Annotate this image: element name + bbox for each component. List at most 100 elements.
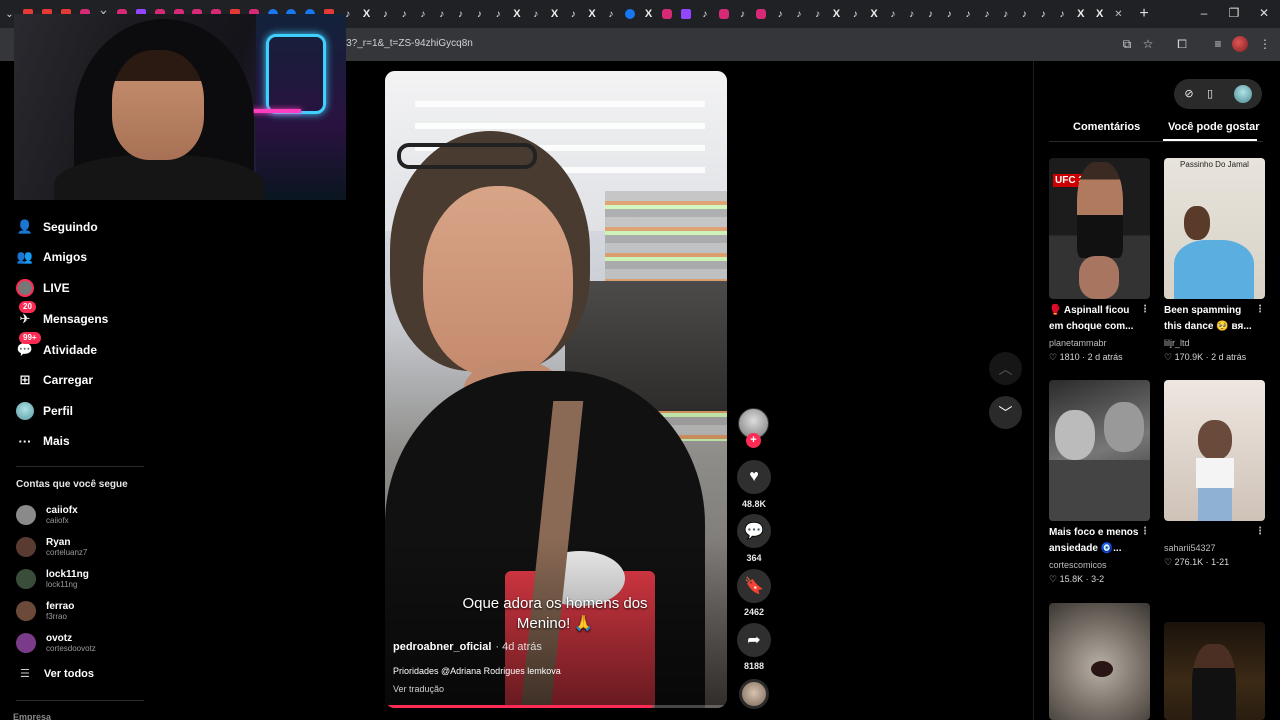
new-tab-button[interactable]: +: [1136, 4, 1152, 24]
browser-tab[interactable]: X: [1071, 4, 1090, 24]
browser-tab[interactable]: ♪: [1015, 4, 1034, 24]
browser-tab[interactable]: ♪: [902, 4, 921, 24]
comment-button[interactable]: 💬: [737, 514, 771, 548]
recommended-card[interactable]: ⋮ saharii54327 ♡ 276.1K · 1-21: [1164, 380, 1265, 569]
mobile-icon[interactable]: ▯: [1202, 86, 1218, 102]
browser-tab[interactable]: [658, 4, 677, 24]
browser-tab[interactable]: ♪: [771, 4, 790, 24]
previous-video-button[interactable]: ︿: [989, 352, 1022, 385]
sidebar-item-perfil[interactable]: Perfil: [16, 401, 73, 421]
user-avatar[interactable]: [1234, 85, 1252, 103]
browser-tab[interactable]: ♪: [376, 4, 395, 24]
browser-tab[interactable]: X: [545, 4, 564, 24]
browser-tab[interactable]: ♪: [602, 4, 621, 24]
browser-tab[interactable]: [752, 4, 771, 24]
recommended-card[interactable]: [1164, 622, 1265, 720]
bookmark-star-icon[interactable]: ☆: [1139, 35, 1157, 53]
video-progress-bar[interactable]: [385, 705, 727, 708]
recommended-card[interactable]: Passinho Do Jamal ⋮ Been spamming this d…: [1164, 158, 1265, 364]
followed-account[interactable]: lock11ng lock11ng: [16, 567, 89, 591]
sidebar-item-seguindo[interactable]: 👤 Seguindo: [16, 217, 98, 237]
browser-tab[interactable]: ♪: [564, 4, 583, 24]
sidebar-item-atividade[interactable]: 💬 99+ Atividade: [16, 332, 97, 360]
video-player[interactable]: Oque adora os homens dos Menino! 🙏 pedro…: [385, 71, 727, 708]
more-options-icon[interactable]: ⋮: [1140, 304, 1150, 315]
card-author[interactable]: planetammabr: [1049, 336, 1150, 350]
followed-account[interactable]: ferrao f3rrao: [16, 599, 74, 623]
browser-tab[interactable]: ♪: [1034, 4, 1053, 24]
browser-tab[interactable]: ♪: [883, 4, 902, 24]
browser-tab[interactable]: ♪: [921, 4, 940, 24]
more-options-icon[interactable]: ⋮: [1140, 526, 1150, 537]
browser-tab[interactable]: ♪: [695, 4, 714, 24]
sidebar-item-mensagens[interactable]: ✈ 20 Mensagens: [16, 301, 108, 329]
extensions-icon[interactable]: ⧠: [1173, 35, 1191, 53]
followed-account[interactable]: Ryan corteluanz7: [16, 535, 87, 559]
install-app-icon[interactable]: ⧉: [1118, 35, 1136, 53]
browser-tab[interactable]: ♪: [451, 4, 470, 24]
card-thumbnail[interactable]: UFC 320: [1049, 158, 1150, 299]
browser-tab[interactable]: [714, 4, 733, 24]
card-author[interactable]: saharii54327: [1164, 541, 1265, 555]
browser-tab[interactable]: X: [1090, 4, 1109, 24]
more-options-icon[interactable]: ⋮: [1255, 304, 1265, 315]
translate-link[interactable]: Ver tradução: [393, 684, 444, 694]
browser-tab[interactable]: X: [357, 4, 376, 24]
save-button[interactable]: 🔖: [737, 569, 771, 603]
browser-tab[interactable]: ♪: [940, 4, 959, 24]
browser-tab[interactable]: ♪: [959, 4, 978, 24]
close-window-button[interactable]: ✕: [1256, 6, 1272, 20]
address-bar[interactable]: 933?_r=1&_t=ZS-94zhiGycq8n: [335, 33, 1115, 55]
more-options-icon[interactable]: ⋮: [1255, 526, 1265, 537]
browser-tab[interactable]: ♪: [470, 4, 489, 24]
card-thumbnail[interactable]: [1164, 622, 1265, 720]
video-author[interactable]: pedroabner_oficial · 4d atrás: [393, 641, 542, 653]
like-button[interactable]: ♥: [737, 460, 771, 494]
browser-tab[interactable]: ✕: [1109, 4, 1128, 24]
recommended-card[interactable]: UFC 320 ⋮ 🥊 Aspinall ficou em choque com…: [1049, 158, 1150, 364]
card-author[interactable]: cortescomicos: [1049, 558, 1150, 572]
browser-tab[interactable]: ♪: [733, 4, 752, 24]
follow-button[interactable]: +: [746, 433, 761, 448]
browser-tab[interactable]: ♪: [1053, 4, 1072, 24]
media-controls-icon[interactable]: ≡: [1209, 35, 1227, 53]
browser-tab[interactable]: [620, 4, 639, 24]
sidebar-item-mais[interactable]: ··· Mais: [16, 431, 70, 451]
compass-icon[interactable]: ⊘: [1181, 86, 1197, 102]
followed-account[interactable]: ovotz cortesdoovotz: [16, 631, 96, 655]
browser-tab[interactable]: X: [639, 4, 658, 24]
minimize-button[interactable]: –: [1196, 6, 1212, 20]
browser-tab[interactable]: ♪: [414, 4, 433, 24]
tab-you-may-like[interactable]: Você pode gostar: [1168, 121, 1259, 133]
sidebar-item-live[interactable]: LIVE: [16, 278, 70, 298]
sidebar-item-carregar[interactable]: ⊞ Carregar: [16, 370, 93, 390]
card-thumbnail[interactable]: [1049, 603, 1150, 720]
recommended-card[interactable]: [1049, 603, 1150, 720]
see-all-link[interactable]: ☰ Ver todos: [20, 667, 94, 681]
video-author-name[interactable]: pedroabner_oficial: [393, 641, 491, 653]
recommended-card[interactable]: ⋮ Mais foco e menos ansiedade 🧿... corte…: [1049, 380, 1150, 586]
card-author[interactable]: liljr_ltd: [1164, 336, 1265, 350]
browser-tab[interactable]: X: [583, 4, 602, 24]
browser-tab[interactable]: ♪: [996, 4, 1015, 24]
sidebar-item-amigos[interactable]: 👥 Amigos: [16, 247, 87, 267]
browser-tab[interactable]: ♪: [846, 4, 865, 24]
browser-tab[interactable]: ♪: [526, 4, 545, 24]
browser-tab[interactable]: X: [865, 4, 884, 24]
browser-tab[interactable]: X: [827, 4, 846, 24]
browser-tab[interactable]: [677, 4, 696, 24]
tab-comments[interactable]: Comentários: [1073, 121, 1140, 133]
music-disc[interactable]: [739, 679, 769, 709]
followed-account[interactable]: caiiofx caiiofx: [16, 503, 78, 527]
browser-tab[interactable]: ♪: [489, 4, 508, 24]
share-button[interactable]: ➦: [737, 623, 771, 657]
browser-tab[interactable]: ♪: [977, 4, 996, 24]
browser-tab[interactable]: ♪: [395, 4, 414, 24]
browser-menu-icon[interactable]: ⋮: [1256, 35, 1274, 53]
browser-profile-avatar[interactable]: [1232, 36, 1248, 52]
restore-button[interactable]: ❐: [1226, 6, 1242, 20]
card-thumbnail[interactable]: [1049, 380, 1150, 521]
browser-tab[interactable]: ♪: [789, 4, 808, 24]
card-thumbnail[interactable]: Passinho Do Jamal: [1164, 158, 1265, 299]
next-video-button[interactable]: ﹀: [989, 396, 1022, 429]
